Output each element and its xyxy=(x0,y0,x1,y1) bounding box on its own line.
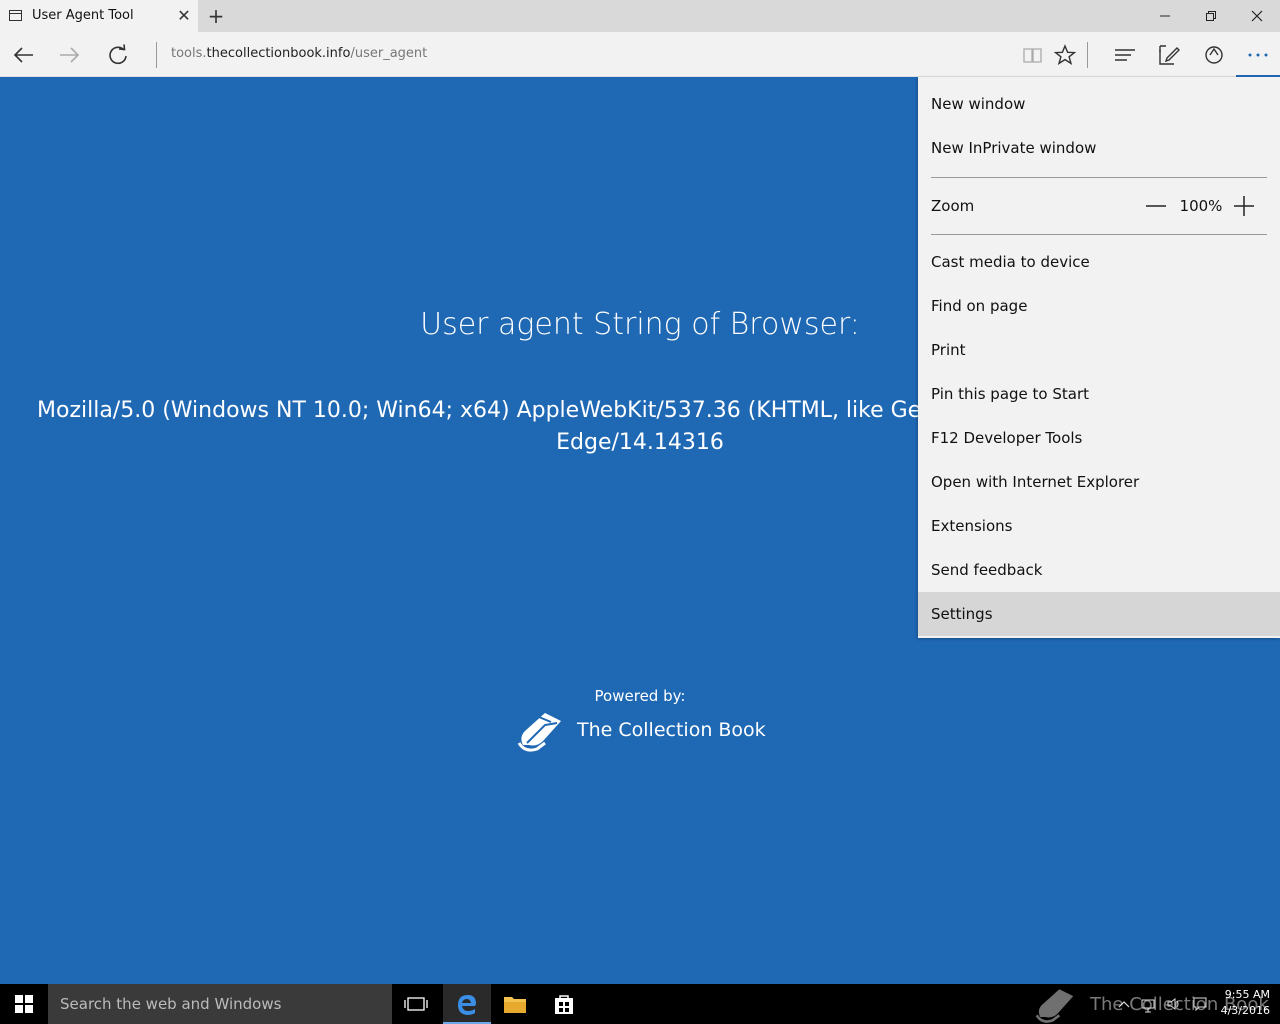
menu-item-cast-media[interactable]: Cast media to device xyxy=(918,240,1280,284)
minimize-icon xyxy=(1160,15,1170,17)
windows-logo-icon xyxy=(15,995,33,1013)
chevron-up-icon[interactable] xyxy=(1118,994,1130,1014)
address-bar[interactable]: tools.thecollectionbook.info/user_agent xyxy=(171,46,427,61)
add-favorite-button[interactable] xyxy=(1049,40,1081,70)
star-icon xyxy=(1054,44,1076,65)
task-view-icon xyxy=(404,997,428,1011)
web-note-button[interactable] xyxy=(1153,40,1185,70)
book-logo-icon xyxy=(1035,989,1074,1023)
forward-button[interactable] xyxy=(55,40,85,70)
share-icon xyxy=(1205,46,1223,64)
network-icon[interactable] xyxy=(1140,994,1156,1014)
zoom-out-button[interactable] xyxy=(1144,192,1168,220)
minimize-button[interactable] xyxy=(1142,0,1188,32)
back-arrow-icon xyxy=(13,47,33,63)
user-agent-line-1: Mozilla/5.0 (Windows NT 10.0; Win64; x64… xyxy=(37,398,1004,423)
action-center-icon[interactable] xyxy=(1192,994,1208,1014)
tab-close-button[interactable]: ✕ xyxy=(176,6,192,26)
book-icon xyxy=(1023,48,1042,63)
plus-icon xyxy=(1234,196,1254,216)
more-actions-menu: New window New InPrivate window Zoom 100… xyxy=(918,77,1280,638)
store-button[interactable] xyxy=(540,984,588,1024)
menu-item-new-inprivate-window[interactable]: New InPrivate window xyxy=(918,126,1280,170)
book-logo-icon xyxy=(517,713,561,752)
page-icon xyxy=(9,10,22,21)
brand-link[interactable]: The Collection Book xyxy=(515,707,766,753)
pen-icon xyxy=(1159,45,1180,65)
ellipsis-icon xyxy=(1248,53,1268,56)
menu-item-f12-dev-tools[interactable]: F12 Developer Tools xyxy=(918,416,1280,460)
clock-date: 4/3/2016 xyxy=(1220,1004,1270,1017)
zoom-label: Zoom xyxy=(931,197,975,215)
menu-item-send-feedback[interactable]: Send feedback xyxy=(918,548,1280,592)
divider xyxy=(1087,42,1088,68)
start-button[interactable] xyxy=(0,984,48,1024)
title-bar: User Agent Tool ✕ + xyxy=(0,0,1280,32)
browser-tab[interactable]: User Agent Tool ✕ xyxy=(0,0,198,32)
refresh-button[interactable] xyxy=(103,40,133,70)
close-window-button[interactable] xyxy=(1234,0,1280,32)
volume-icon[interactable] xyxy=(1166,994,1182,1014)
taskbar-search-box[interactable]: Search the web and Windows xyxy=(48,984,392,1024)
zoom-row: Zoom 100% xyxy=(918,184,1280,228)
new-tab-button[interactable]: + xyxy=(206,4,226,28)
clock-time: 9:55 AM xyxy=(1224,988,1270,1001)
task-view-button[interactable] xyxy=(392,984,440,1024)
edge-icon xyxy=(458,995,476,1015)
url-path: /user_agent xyxy=(350,46,428,61)
folder-icon xyxy=(504,997,526,1013)
url-prefix: tools. xyxy=(171,46,207,61)
brand-name: The Collection Book xyxy=(577,719,766,741)
menu-separator xyxy=(931,177,1267,178)
minus-icon xyxy=(1146,205,1166,207)
close-icon xyxy=(1251,10,1263,22)
tab-title: User Agent Tool xyxy=(32,8,134,23)
divider xyxy=(156,42,157,68)
url-host: thecollectionbook.info xyxy=(206,46,351,61)
clock[interactable]: 9:55 AM 4/3/2016 xyxy=(1212,987,1270,1019)
powered-by-label: Powered by: xyxy=(594,687,686,705)
back-button[interactable] xyxy=(8,40,38,70)
refresh-icon xyxy=(109,44,127,65)
navigation-bar: tools.thecollectionbook.info/user_agent xyxy=(0,32,1280,77)
file-explorer-button[interactable] xyxy=(491,984,539,1024)
store-icon xyxy=(555,995,573,1014)
hub-button[interactable] xyxy=(1109,40,1141,70)
more-actions-button[interactable] xyxy=(1236,32,1280,77)
reading-view-button[interactable] xyxy=(1017,40,1049,70)
menu-separator xyxy=(931,234,1267,235)
system-tray[interactable] xyxy=(1118,994,1208,1016)
menu-item-settings[interactable]: Settings xyxy=(918,592,1280,636)
restore-button[interactable] xyxy=(1188,0,1234,32)
restore-icon xyxy=(1206,11,1216,21)
share-button[interactable] xyxy=(1198,40,1230,70)
menu-item-extensions[interactable]: Extensions xyxy=(918,504,1280,548)
menu-item-find-on-page[interactable]: Find on page xyxy=(918,284,1280,328)
menu-item-pin-to-start[interactable]: Pin this page to Start xyxy=(918,372,1280,416)
forward-arrow-icon xyxy=(60,47,80,63)
taskbar: Search the web and Windows The Collectio… xyxy=(0,984,1280,1024)
zoom-level: 100% xyxy=(1179,197,1223,215)
hub-icon xyxy=(1115,49,1135,61)
menu-item-print[interactable]: Print xyxy=(918,328,1280,372)
edge-taskbar-button[interactable] xyxy=(443,984,491,1024)
zoom-in-button[interactable] xyxy=(1232,192,1256,220)
menu-item-open-with-ie[interactable]: Open with Internet Explorer xyxy=(918,460,1280,504)
menu-item-new-window[interactable]: New window xyxy=(918,82,1280,126)
